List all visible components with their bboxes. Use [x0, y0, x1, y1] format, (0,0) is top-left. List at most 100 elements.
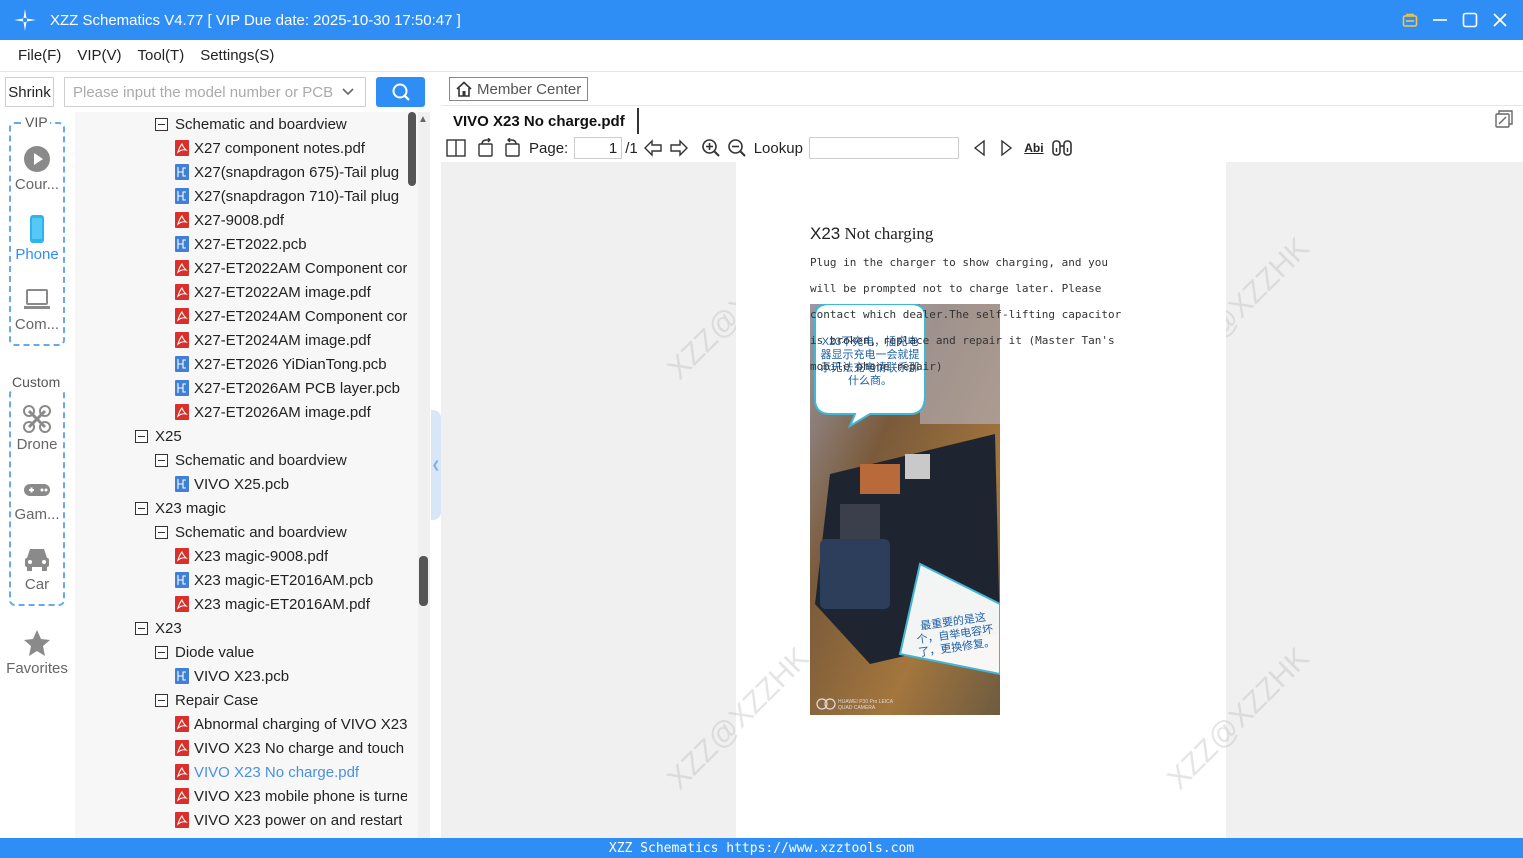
next-page-arrow-icon[interactable] [668, 137, 690, 159]
maximize-icon[interactable] [1461, 11, 1479, 29]
search-input[interactable] [73, 79, 333, 105]
lookup-input[interactable] [808, 137, 959, 159]
tree-file[interactable]: X27-ET2024AM image.pdf [175, 328, 371, 352]
scroll-up-icon[interactable]: ▲ [418, 114, 428, 125]
find-previous-icon[interactable] [969, 137, 991, 159]
tree-folder[interactable]: X23 magic [135, 496, 226, 520]
tree-file[interactable]: X27-ET2022AM image.pdf [175, 280, 371, 304]
tree-scroll-thumb-inner[interactable] [408, 112, 416, 186]
category-computer[interactable]: Com... [0, 284, 74, 333]
pdf-file-icon [175, 740, 189, 756]
tree-file[interactable]: X27(snapdragon 675)-Tail plug [175, 160, 399, 184]
tree-file[interactable]: VIVO X23 No charge.pdf [175, 760, 359, 784]
menu-vip[interactable]: VIP(V) [77, 47, 121, 64]
document-title: X23 Not charging [810, 224, 933, 244]
tree-file[interactable]: X27-ET2026AM PCB layer.pcb [175, 376, 400, 400]
match-case-icon[interactable]: Abi [1021, 137, 1047, 159]
tree-folder[interactable]: X25 [135, 424, 182, 448]
zoom-in-icon[interactable] [700, 137, 722, 159]
document-tabs: VIVO X23 No charge.pdf [441, 106, 1523, 134]
tree-folder[interactable]: Schematic and boardview [155, 448, 347, 472]
app-logo-icon [12, 7, 38, 33]
pdf-toolbar: Page: /1 Lookup Abi [441, 134, 1523, 162]
tree-file[interactable]: X23 magic-ET2016AM.pdf [175, 592, 370, 616]
tree-file[interactable]: VIVO X23 No charge and touch [175, 736, 404, 760]
car-icon [25, 549, 49, 571]
collapse-toggle-icon[interactable] [155, 117, 168, 131]
tree-file[interactable]: VIVO X23 power on and restart [175, 808, 402, 832]
find-next-icon[interactable] [995, 137, 1017, 159]
title-model: X23 [810, 224, 841, 243]
tree-file[interactable]: Abnormal charging of VIVO X23 [175, 712, 407, 736]
collapse-toggle-icon[interactable] [155, 525, 168, 539]
tree-scrollbar[interactable] [418, 112, 430, 838]
menu-settings[interactable]: Settings(S) [200, 47, 274, 64]
prev-page-arrow-icon[interactable] [642, 137, 664, 159]
rotate-right-icon[interactable] [501, 137, 523, 159]
vip-badge-icon[interactable] [1401, 11, 1419, 29]
tree-file[interactable]: X27-ET2026AM image.pdf [175, 400, 371, 424]
tree-file[interactable]: X27-ET2022AM Component cor [175, 256, 407, 280]
tree-file[interactable]: X27-ET2022.pcb [175, 232, 307, 256]
rotate-left-icon[interactable] [475, 137, 497, 159]
tree-label: X27(snapdragon 675)-Tail plug [194, 163, 400, 181]
tree-file[interactable]: X27-ET2026 YiDianTong.pcb [175, 352, 387, 376]
tree-label: Schematic and boardview [175, 451, 347, 469]
category-games[interactable]: Gam... [0, 474, 74, 523]
tree-label: X27 component notes.pdf [194, 139, 365, 157]
tree-folder[interactable]: Schematic and boardview [155, 520, 347, 544]
menu-tool[interactable]: Tool(T) [138, 47, 185, 64]
category-favorites[interactable]: Favorites [0, 628, 74, 677]
tree-scroll-thumb[interactable] [419, 556, 428, 606]
file-tree: Schematic and boardview X27 component not… [75, 112, 430, 838]
collapse-toggle-icon[interactable] [135, 501, 148, 515]
shrink-button[interactable]: Shrink [5, 77, 54, 107]
pdf-file-icon [175, 812, 189, 828]
menu-file[interactable]: File(F) [18, 47, 61, 64]
tree-file[interactable]: X27 component notes.pdf [175, 136, 365, 160]
tree-file[interactable]: X27-ET2024AM Component cor [175, 304, 407, 328]
tab-vivo-x23-no-charge[interactable]: VIVO X23 No charge.pdf [453, 108, 639, 134]
minimize-icon[interactable] [1431, 11, 1449, 29]
sidebar-toggle-icon[interactable] [445, 137, 467, 159]
tree-file[interactable]: VIVO X25.pcb [175, 472, 289, 496]
collapse-toggle-icon[interactable] [135, 429, 148, 443]
category-phone[interactable]: Phone [0, 214, 74, 263]
tree-file[interactable]: VIVO X23 mobile phone is turne [175, 784, 407, 808]
search-button[interactable] [376, 77, 425, 107]
collapse-toggle-icon[interactable] [155, 453, 168, 467]
tree-file[interactable]: VIVO X23.pcb [175, 664, 289, 688]
title-text: Not charging [844, 224, 934, 243]
collapse-toggle-icon[interactable] [155, 645, 168, 659]
pdf-file-icon [175, 284, 189, 300]
tree-folder[interactable]: X23 [135, 616, 182, 640]
lookup-label: Lookup [753, 139, 803, 157]
category-drone[interactable]: Drone [0, 404, 74, 453]
category-car[interactable]: Car [0, 544, 74, 593]
restore-window-icon[interactable] [1495, 110, 1513, 132]
tree-file[interactable]: X27(snapdragon 710)-Tail plug [175, 184, 399, 208]
collapse-toggle-icon[interactable] [155, 693, 168, 707]
zoom-out-icon[interactable] [726, 137, 748, 159]
find-all-icon[interactable] [1051, 137, 1073, 159]
tree-file[interactable]: X27-9008.pdf [175, 208, 284, 232]
search-combobox[interactable] [64, 77, 366, 107]
pdf-viewer[interactable]: XZZ@XZZHK XZZ@XZZHK X23 Not charging [441, 162, 1523, 838]
tree-folder[interactable]: Diode value [155, 640, 254, 664]
pdf-file-icon [175, 548, 189, 564]
close-icon[interactable] [1491, 11, 1509, 29]
member-center-button[interactable]: Member Center [449, 77, 588, 101]
status-bar: XZZ Schematics https://www.xzztools.com [0, 838, 1523, 858]
collapse-toggle-icon[interactable] [135, 621, 148, 635]
tree-file[interactable]: X23 magic-9008.pdf [175, 544, 328, 568]
tree-folder[interactable]: Schematic and boardview [155, 112, 347, 136]
tree-file[interactable]: X23 magic-ET2016AM.pcb [175, 568, 373, 592]
category-sidebar: VIP Cour... Phone Com... Custom Drone Ga… [0, 112, 74, 838]
page-number-input[interactable] [574, 137, 623, 159]
panel-splitter[interactable]: ❮ [431, 410, 441, 520]
tree-folder[interactable]: Repair Case [155, 688, 258, 712]
tree-label: X27-ET2024AM Component cor [194, 307, 407, 325]
category-courses[interactable]: Cour... [0, 144, 74, 193]
tree-label: X27-ET2022AM Component cor [194, 259, 407, 277]
chevron-down-icon[interactable] [341, 84, 355, 102]
